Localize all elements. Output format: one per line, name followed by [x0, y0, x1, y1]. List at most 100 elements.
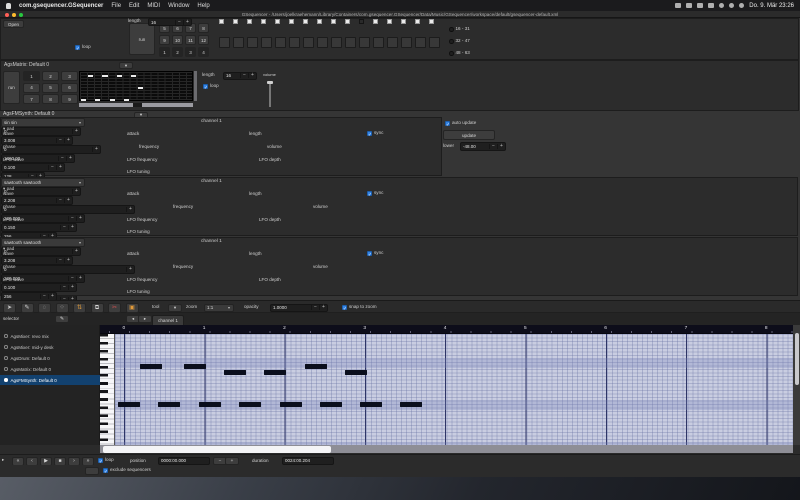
- piano-keyboard[interactable]: [100, 334, 115, 445]
- matrix-cell-5-1[interactable]: [116, 75, 122, 78]
- navigation-loop-checkbox[interactable]: ✓ loop: [98, 457, 114, 464]
- vertical-scrollbar-thumb[interactable]: [794, 333, 799, 385]
- spin-increment-icon[interactable]: +: [64, 138, 72, 143]
- spin-increment-icon[interactable]: +: [64, 258, 72, 263]
- drum-pad-10[interactable]: [359, 37, 370, 48]
- note-9[interactable]: [239, 402, 261, 407]
- drum-pad-15[interactable]: [429, 37, 440, 48]
- matrix-index-9[interactable]: 9: [61, 94, 78, 104]
- note-1[interactable]: [184, 364, 206, 369]
- menubar-app-name[interactable]: com.gsequencer.GSequencer: [19, 3, 103, 9]
- note-6[interactable]: [118, 402, 140, 407]
- phase-field[interactable]: 0 +: [1, 145, 101, 154]
- drum-pad-2[interactable]: [247, 37, 258, 48]
- drum-pad-14[interactable]: [415, 37, 426, 48]
- bluetooth-icon[interactable]: [697, 3, 704, 8]
- matrix-index-8[interactable]: 8: [42, 94, 59, 104]
- cut-icon[interactable]: ✂: [108, 302, 121, 313]
- navigation-extra-button[interactable]: [85, 467, 99, 475]
- note-3[interactable]: [264, 370, 286, 375]
- battery-icon[interactable]: [675, 3, 682, 8]
- spin-increment-icon[interactable]: +: [72, 249, 80, 254]
- note-7[interactable]: [158, 402, 180, 407]
- matrix-index-4[interactable]: 4: [23, 82, 40, 93]
- note-11[interactable]: [320, 402, 342, 407]
- sync-checkbox[interactable]: ✓ sync: [367, 191, 383, 197]
- spin-increment-icon[interactable]: +: [66, 156, 74, 161]
- drum-pad-5[interactable]: [289, 37, 300, 48]
- sync-checkbox[interactable]: ✓ sync: [367, 251, 383, 257]
- control-center-icon[interactable]: [729, 3, 735, 8]
- drum-bank-11[interactable]: 11: [185, 35, 196, 45]
- spin-increment-icon[interactable]: +: [68, 225, 76, 230]
- volume-spinbutton[interactable]: 0.100− +: [1, 163, 65, 172]
- matrix-index-2[interactable]: 2: [42, 71, 59, 81]
- drum-pad-7[interactable]: [317, 37, 328, 48]
- tab-channel-1[interactable]: channel 1: [152, 314, 184, 325]
- spin-decrement-icon[interactable]: −: [175, 19, 183, 25]
- note-2[interactable]: [224, 370, 246, 375]
- matrix-index-5[interactable]: 5: [42, 82, 59, 93]
- spin-increment-icon[interactable]: +: [92, 147, 100, 152]
- drum-pad-12[interactable]: [387, 37, 398, 48]
- matrix-cell-6-9[interactable]: [123, 99, 129, 102]
- matrix-cell-2-9[interactable]: [95, 99, 101, 102]
- spin-decrement-icon[interactable]: −: [58, 156, 66, 161]
- volume-spinbutton[interactable]: 0.150− +: [1, 223, 77, 232]
- spin-decrement-icon[interactable]: −: [68, 216, 76, 221]
- spin-increment-icon[interactable]: +: [126, 207, 134, 212]
- drum-bank-9[interactable]: 9: [159, 35, 170, 45]
- spin-decrement-icon[interactable]: −: [68, 276, 76, 281]
- matrix-cell-7-1[interactable]: [130, 75, 136, 78]
- drum-bank-2[interactable]: 2: [172, 47, 183, 57]
- menu-help[interactable]: Help: [197, 3, 209, 9]
- drum-pad-13[interactable]: [401, 37, 412, 48]
- position-cursor-icon[interactable]: ➤: [3, 302, 16, 313]
- selector-edit-button[interactable]: ✎: [55, 315, 69, 323]
- spin-increment-icon[interactable]: +: [76, 276, 84, 281]
- drum-run-button[interactable]: run: [129, 23, 155, 55]
- spin-decrement-icon[interactable]: −: [56, 258, 64, 263]
- phase-field[interactable]: 0 +: [1, 205, 135, 214]
- machine-list-item[interactable]: AgsMixer: mid-y desk: [0, 342, 100, 352]
- machine-list-item[interactable]: AgsMixer: revo mix: [0, 331, 100, 341]
- drum-offset-48-63[interactable]: 48 - 63: [449, 50, 470, 56]
- lower-spinbutton[interactable]: -48.00− +: [460, 142, 506, 151]
- spin-decrement-icon[interactable]: −: [56, 138, 64, 143]
- sync-checkbox[interactable]: ✓ sync: [367, 131, 383, 137]
- matrix-cell-8-5[interactable]: [138, 87, 144, 90]
- drum-bank-10[interactable]: 10: [172, 35, 183, 45]
- note-12[interactable]: [360, 402, 382, 407]
- spin-increment-icon[interactable]: +: [497, 144, 505, 149]
- snap-to-zoom-checkbox[interactable]: ✓ snap to zoom: [342, 304, 377, 311]
- spin-increment-icon[interactable]: +: [48, 294, 56, 299]
- matrix-index-3[interactable]: 3: [61, 71, 78, 81]
- piano-roll-grid[interactable]: [115, 334, 793, 445]
- spin-decrement-icon[interactable]: −: [60, 225, 68, 230]
- drum-offset-32-47[interactable]: 32 - 47: [449, 38, 470, 44]
- tool-menu-button[interactable]: ▾: [168, 303, 182, 312]
- matrix-index-6[interactable]: 6: [61, 82, 78, 93]
- drum-open-button[interactable]: Open: [3, 20, 24, 28]
- drum-bank-8[interactable]: 8: [198, 23, 209, 33]
- drum-pad-9[interactable]: [345, 37, 356, 48]
- auto-update-checkbox[interactable]: ✓ auto update: [445, 121, 476, 127]
- spin-increment-icon[interactable]: +: [183, 19, 191, 25]
- select-icon[interactable]: ⁘: [55, 302, 69, 313]
- spin-increment-icon[interactable]: +: [68, 285, 76, 290]
- matrix-index-7[interactable]: 7: [23, 94, 40, 104]
- matrix-cell-0-9[interactable]: [81, 99, 87, 102]
- phase-field[interactable]: 0 +: [1, 265, 135, 274]
- menu-file[interactable]: File: [111, 3, 121, 9]
- spin-decrement-icon[interactable]: −: [48, 165, 56, 170]
- drum-pad-4[interactable]: [275, 37, 286, 48]
- matrix-volume-slider[interactable]: [267, 81, 273, 107]
- spin-increment-icon[interactable]: +: [126, 267, 134, 272]
- drum-pad-11[interactable]: [373, 37, 384, 48]
- spin-increment-icon[interactable]: +: [248, 73, 256, 78]
- spin-decrement-icon[interactable]: −: [60, 285, 68, 290]
- menu-window[interactable]: Window: [168, 3, 189, 9]
- machine-list-item[interactable]: AgsFMSynth: Default 0: [0, 375, 100, 385]
- drum-bank-4[interactable]: 4: [198, 47, 209, 57]
- exclude-sequencers-checkbox[interactable]: ✓ exclude sequencers: [103, 468, 151, 474]
